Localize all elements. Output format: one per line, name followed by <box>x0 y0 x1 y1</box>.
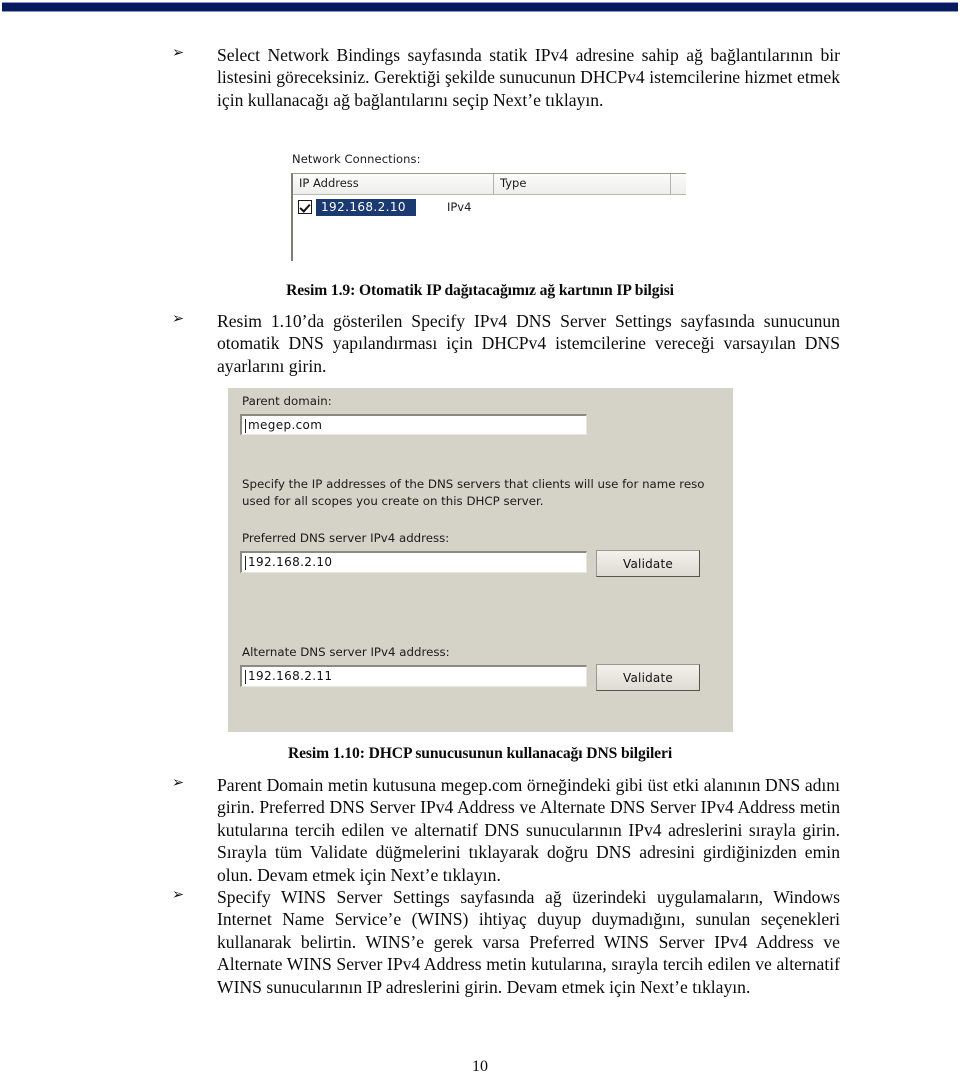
document-page: ➢ Select Network Bindings sayfasında sta… <box>0 0 960 1084</box>
bullet-arrow-icon: ➢ <box>172 887 185 903</box>
dns-description-line-1: Specify the IP addresses of the DNS serv… <box>242 477 705 491</box>
figure-network-connections: Network Connections: IP Address Type 192… <box>281 152 686 261</box>
parent-domain-label: Parent domain: <box>242 394 332 408</box>
bullet-paragraph-3: ➢ Parent Domain metin kutusuna megep.com… <box>172 774 840 886</box>
network-connections-header-row: IP Address Type <box>293 174 686 195</box>
column-header-spacer[interactable] <box>671 174 686 194</box>
bullet-paragraph-2: ➢ Resim 1.10’da gösterilen Specify IPv4 … <box>172 310 840 377</box>
page-number: 10 <box>472 1058 488 1075</box>
caption-figure-1-9: Resim 1.9: Otomatik IP dağıtacağımız ağ … <box>286 282 674 299</box>
bullet-paragraph-3-text: Parent Domain metin kutusuna megep.com ö… <box>217 775 840 885</box>
network-connections-listbox[interactable]: IP Address Type 192.168.2.10 IPv4 <box>291 173 686 259</box>
table-row[interactable]: 192.168.2.10 IPv4 <box>293 197 686 217</box>
network-connections-label: Network Connections: <box>292 152 421 166</box>
column-header-ip-address[interactable]: IP Address <box>293 174 494 194</box>
cell-ip-address: 192.168.2.10 <box>316 198 416 216</box>
parent-domain-input[interactable]: megep.com <box>240 414 587 435</box>
dns-description-line-2: used for all scopes you create on this D… <box>242 494 544 508</box>
bullet-paragraph-1-text: Select Network Bindings sayfasında stati… <box>217 45 840 110</box>
row-checkbox[interactable] <box>298 200 312 214</box>
figure-dns-settings-dialog: Parent domain: megep.com Specify the IP … <box>228 388 733 732</box>
bullet-arrow-icon: ➢ <box>172 311 185 327</box>
bullet-arrow-icon: ➢ <box>172 45 185 61</box>
bullet-paragraph-4-text: Specify WINS Server Settings sayfasında … <box>217 887 840 997</box>
cell-type: IPv4 <box>446 200 472 214</box>
bullet-arrow-icon: ➢ <box>172 775 185 791</box>
preferred-dns-label: Preferred DNS server IPv4 address: <box>242 531 450 545</box>
alternate-dns-input[interactable]: 192.168.2.11 <box>240 665 587 687</box>
listbox-left-edge-remnant <box>291 258 293 261</box>
alternate-validate-button[interactable]: Validate <box>596 664 700 691</box>
preferred-validate-button[interactable]: Validate <box>596 550 700 577</box>
bullet-paragraph-2-text: Resim 1.10’da gösterilen Specify IPv4 DN… <box>217 311 840 376</box>
bullet-paragraph-1: ➢ Select Network Bindings sayfasında sta… <box>172 44 840 111</box>
preferred-dns-input[interactable]: 192.168.2.10 <box>240 551 587 573</box>
caption-figure-1-10: Resim 1.10: DHCP sunucusunun kullanacağı… <box>287 745 673 762</box>
alternate-dns-label: Alternate DNS server IPv4 address: <box>242 645 450 659</box>
bullet-paragraph-4: ➢ Specify WINS Server Settings sayfasınd… <box>172 886 840 998</box>
column-header-type[interactable]: Type <box>494 174 671 194</box>
